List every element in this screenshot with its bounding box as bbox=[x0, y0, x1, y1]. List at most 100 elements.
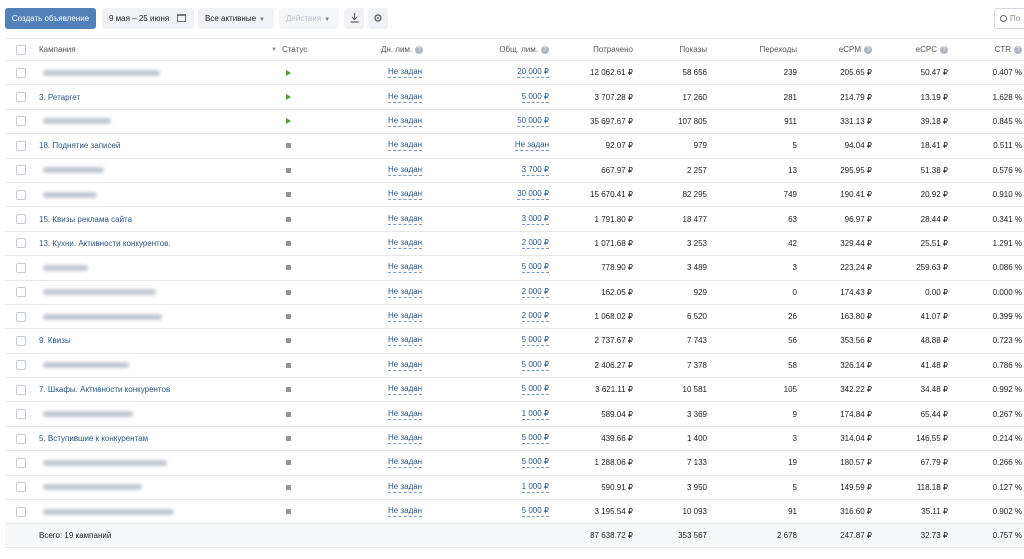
campaign-name[interactable]: 9. Квизы bbox=[39, 336, 71, 345]
status-toggle[interactable] bbox=[271, 476, 341, 499]
table-row[interactable]: 18. Поднятие записей Не задан Не задан 92.0… bbox=[5, 134, 1024, 159]
checkbox[interactable] bbox=[16, 44, 26, 55]
checkbox[interactable] bbox=[16, 287, 26, 298]
row-checkbox-cell[interactable] bbox=[15, 232, 27, 255]
stop-icon[interactable] bbox=[286, 240, 291, 246]
row-checkbox-cell[interactable] bbox=[15, 378, 27, 401]
stop-icon[interactable] bbox=[286, 484, 291, 490]
stop-icon[interactable] bbox=[286, 143, 291, 149]
table-row[interactable]: Не задан 5 000 ₽ 2 406.27 ₽ 7 378 58 326.14 ₽… bbox=[5, 354, 1024, 379]
table-row[interactable]: Не задан 5 000 ₽ 3 195.54 ₽ 10 093 91 316.60 … bbox=[5, 500, 1024, 525]
campaign-name-cell[interactable] bbox=[39, 61, 264, 84]
total-limit-link[interactable]: 2 000 ₽ bbox=[521, 287, 549, 298]
stop-icon[interactable] bbox=[286, 265, 291, 271]
checkbox[interactable] bbox=[16, 214, 26, 225]
checkbox[interactable] bbox=[16, 165, 26, 176]
total-limit-link[interactable]: 3 700 ₽ bbox=[521, 165, 549, 176]
header-ecpc[interactable]: eCPC? bbox=[879, 39, 948, 60]
row-checkbox-cell[interactable] bbox=[15, 110, 27, 133]
status-toggle[interactable] bbox=[271, 378, 341, 401]
play-icon[interactable] bbox=[286, 69, 291, 76]
status-toggle[interactable] bbox=[271, 134, 341, 157]
campaign-name[interactable]: 3. Ретаргет bbox=[39, 93, 80, 102]
table-row[interactable]: Не задан 3 700 ₽ 667.97 ₽ 2 257 13 295.95 ₽ 51… bbox=[5, 159, 1024, 183]
checkbox[interactable] bbox=[16, 409, 26, 420]
campaign-name-cell[interactable] bbox=[39, 305, 264, 328]
total-limit-link[interactable]: 5 000 ₽ bbox=[521, 92, 549, 103]
table-row[interactable]: Не задан 2 000 ₽ 162.05 ₽ 929 0 174.43 ₽ 0.00 … bbox=[5, 281, 1024, 305]
table-row[interactable]: 13. Кухни. Активности конкурентов. Не зад… bbox=[5, 232, 1024, 257]
header-day-limit[interactable]: Дн. лим.? bbox=[381, 39, 427, 60]
row-checkbox-cell[interactable] bbox=[15, 61, 27, 84]
stop-icon[interactable] bbox=[286, 338, 291, 344]
play-icon[interactable] bbox=[286, 94, 291, 101]
table-row[interactable]: 5. Вступившие к конкурентам Не задан 5 000… bbox=[5, 427, 1024, 452]
campaign-name-cell[interactable] bbox=[39, 183, 264, 206]
campaign-name-cell[interactable] bbox=[39, 402, 264, 425]
day-limit-link[interactable]: Не задан bbox=[388, 457, 423, 469]
campaign-name[interactable]: 13. Кухни. Активности конкурентов. bbox=[39, 239, 171, 248]
status-toggle[interactable] bbox=[271, 256, 341, 279]
total-limit-link[interactable]: 5 000 ₽ bbox=[521, 433, 549, 445]
status-toggle[interactable] bbox=[271, 232, 341, 255]
campaign-name-cell[interactable] bbox=[39, 159, 264, 182]
header-campaign[interactable]: Кампания bbox=[39, 39, 264, 60]
total-limit-link[interactable]: 3 000 ₽ bbox=[521, 214, 549, 225]
day-limit-link[interactable]: Не задан bbox=[388, 335, 423, 347]
day-limit-link[interactable]: Не задан bbox=[388, 506, 423, 518]
day-limit-link[interactable]: Не задан bbox=[388, 189, 423, 201]
checkbox[interactable] bbox=[16, 262, 26, 273]
help-icon[interactable]: ? bbox=[541, 45, 549, 54]
help-icon[interactable]: ? bbox=[415, 45, 424, 54]
day-limit-link[interactable]: Не задан bbox=[388, 116, 423, 127]
row-checkbox-cell[interactable] bbox=[15, 281, 27, 304]
checkbox[interactable] bbox=[16, 482, 26, 493]
header-status[interactable]: ▼ Статус bbox=[271, 39, 341, 60]
checkbox[interactable] bbox=[16, 433, 26, 444]
status-toggle[interactable] bbox=[271, 110, 341, 133]
header-clicks[interactable]: Переходы bbox=[713, 39, 797, 60]
checkbox[interactable] bbox=[16, 335, 26, 346]
total-limit-link[interactable]: 5 000 ₽ bbox=[521, 335, 549, 347]
select-all-checkbox[interactable] bbox=[15, 39, 27, 60]
row-checkbox-cell[interactable] bbox=[15, 329, 27, 352]
campaign-name-cell[interactable]: 7. Шкафы. Активности конкурентов bbox=[39, 378, 264, 401]
campaign-name-cell[interactable] bbox=[39, 500, 264, 523]
campaign-name[interactable]: 18. Поднятие записей bbox=[39, 141, 120, 150]
campaign-name-cell[interactable]: 13. Кухни. Активности конкурентов. bbox=[39, 232, 264, 255]
total-limit-link[interactable]: 5 000 ₽ bbox=[521, 262, 549, 274]
create-ad-button[interactable]: Создать объявление bbox=[5, 8, 96, 29]
campaign-name-cell[interactable]: 3. Ретаргет bbox=[39, 85, 264, 108]
checkbox[interactable] bbox=[16, 506, 26, 517]
total-limit-link[interactable]: 5 000 ₽ bbox=[521, 360, 549, 371]
campaign-name-cell[interactable]: 9. Квизы bbox=[39, 329, 264, 352]
day-limit-link[interactable]: Не задан bbox=[388, 67, 423, 79]
header-ctr[interactable]: CTR? bbox=[955, 39, 1022, 60]
day-limit-link[interactable]: Не задан bbox=[388, 360, 423, 371]
row-checkbox-cell[interactable] bbox=[15, 134, 27, 157]
table-row[interactable]: Не задан 1 000 ₽ 590.91 ₽ 3 950 5 149.59 ₽ 118… bbox=[5, 476, 1024, 501]
row-checkbox-cell[interactable] bbox=[15, 85, 27, 108]
header-total-limit[interactable]: Общ. лим.? bbox=[489, 39, 549, 60]
checkbox[interactable] bbox=[16, 189, 26, 200]
checkbox[interactable] bbox=[16, 360, 26, 371]
total-limit-link[interactable]: 5 000 ₽ bbox=[521, 384, 549, 396]
day-limit-link[interactable]: Не задан bbox=[388, 262, 423, 274]
campaign-name-cell[interactable] bbox=[39, 354, 264, 377]
campaign-name-cell[interactable]: 5. Вступившие к конкурентам bbox=[39, 427, 264, 450]
campaign-name-cell[interactable] bbox=[39, 256, 264, 279]
table-row[interactable]: 15. Квизы реклама сайта Не задан 3 000 ₽ 1 … bbox=[5, 207, 1024, 232]
status-toggle[interactable] bbox=[271, 305, 341, 328]
status-toggle[interactable] bbox=[271, 281, 341, 304]
row-checkbox-cell[interactable] bbox=[15, 305, 27, 328]
row-checkbox-cell[interactable] bbox=[15, 159, 27, 182]
status-toggle[interactable] bbox=[271, 427, 341, 450]
total-limit-link[interactable]: 1 000 ₽ bbox=[521, 482, 549, 493]
campaign-name-cell[interactable] bbox=[39, 451, 264, 474]
day-limit-link[interactable]: Не задан bbox=[388, 409, 423, 420]
checkbox[interactable] bbox=[16, 457, 26, 468]
campaign-name-cell[interactable] bbox=[39, 476, 264, 499]
stop-icon[interactable] bbox=[286, 411, 291, 417]
header-ecpm[interactable]: eCPM? bbox=[803, 39, 872, 60]
stop-icon[interactable] bbox=[286, 216, 291, 222]
